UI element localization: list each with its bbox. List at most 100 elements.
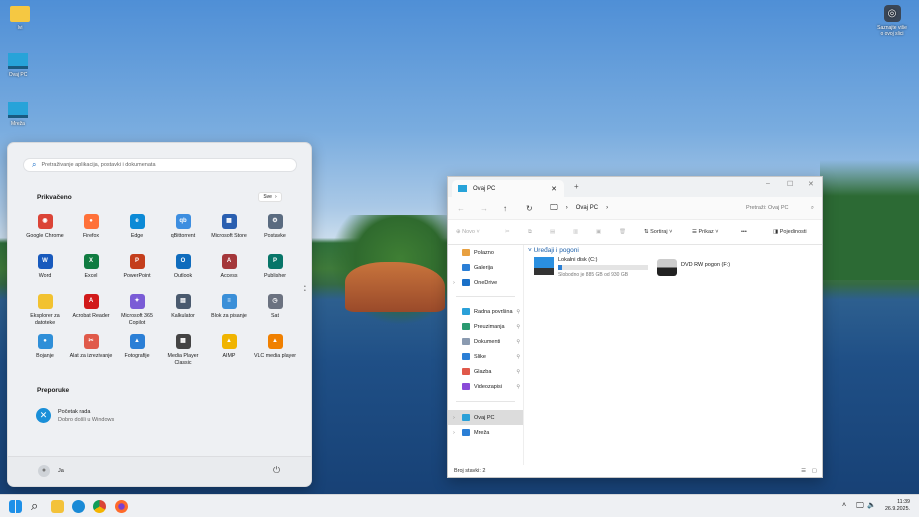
pinned-app[interactable]: ◷ Sat (252, 294, 298, 320)
pinned-app[interactable]: ◉ Google Chrome (22, 214, 68, 240)
pinned-app[interactable]: e Edge (114, 214, 160, 240)
pinned-app[interactable]: ▦ Media Player Classic (160, 334, 206, 367)
chevron-right-icon[interactable]: › (453, 430, 455, 436)
date: 26.9.2025. (884, 506, 910, 512)
chrome-icon[interactable] (93, 500, 106, 513)
chevron-right-icon[interactable]: › (453, 280, 455, 286)
copy-icon[interactable]: ⧉ (528, 229, 532, 236)
pinned-app[interactable]: ● Firefox (68, 214, 114, 240)
nav-item[interactable]: › OneDrive (448, 275, 523, 290)
user-button[interactable]: ● Ja (38, 465, 64, 477)
nav-item[interactable]: › Ovaj PC (448, 410, 523, 425)
refresh-icon[interactable]: ↻ (526, 204, 533, 213)
app-label: qBittorrent (170, 233, 196, 239)
desktop-icon-this-pc[interactable]: Ovaj PC (0, 53, 38, 78)
pinned-app[interactable]: ✦ Microsoft 365 Copilot (114, 294, 160, 327)
volume-icon[interactable]: 🔈 (867, 501, 876, 509)
pinned-app[interactable]: ✂ Alat za izrezivanje (68, 334, 114, 360)
pinned-app[interactable]: A Acrobat Reader (68, 294, 114, 320)
new-button[interactable]: ⊕ Novo ˅ (456, 229, 480, 235)
pinned-app[interactable]: X Excel (68, 254, 114, 280)
nav-label: Radna površina (474, 308, 513, 315)
pinned-app[interactable]: P PowerPoint (114, 254, 160, 280)
pinned-app[interactable]: qb qBittorrent (160, 214, 206, 240)
view-button[interactable]: ☰ Prikaz ˅ (692, 229, 719, 235)
new-tab-icon[interactable]: + (574, 182, 579, 191)
share-icon[interactable]: ▣ (596, 229, 601, 235)
pinned-app[interactable]: ⚙ Postavke (252, 214, 298, 240)
recommended-item[interactable]: ✕ Početak rada Dobro došli u Windows (36, 408, 114, 423)
nav-item[interactable]: Galerija (448, 260, 523, 275)
nav-item[interactable]: Radna površina ⚲ (448, 304, 523, 319)
desktop-spotlight[interactable]: ◎ Saznajte više o ovoj slici (871, 5, 913, 37)
list-view-icon[interactable]: ☰ (801, 468, 806, 474)
breadcrumb-item[interactable]: Ovaj PC (576, 205, 598, 211)
firefox-icon[interactable] (115, 500, 128, 513)
nav-label: OneDrive (474, 279, 498, 286)
nav-item[interactable]: Slike ⚲ (448, 349, 523, 364)
pinned-app[interactable]: ▤ Kalkulator (160, 294, 206, 320)
delete-icon[interactable]: 🗑 (619, 229, 626, 235)
tiles-view-icon[interactable]: ▢ (812, 468, 817, 474)
explorer-search-input[interactable]: Pretraži: Ovaj PC ⌕ (741, 200, 819, 216)
nav-item[interactable]: Dokumenti ⚲ (448, 334, 523, 349)
address-bar[interactable]: 🖵 › Ovaj PC › (544, 200, 733, 216)
chevron-right-icon[interactable]: › (453, 415, 455, 421)
app-icon: ≡ (221, 294, 237, 309)
nav-item[interactable]: Videozapisi ⚲ (448, 379, 523, 394)
drive-free-space: Slobodno je 885 GB od 930 GB (558, 272, 629, 278)
maximize-icon[interactable]: ☐ (787, 180, 793, 188)
pinned-app[interactable]: P Publisher (252, 254, 298, 280)
app-label: Kalkulator (171, 313, 195, 319)
details-button[interactable]: ◨ Pojedinosti (773, 229, 807, 235)
minimize-icon[interactable]: – (766, 180, 770, 187)
forward-icon[interactable]: → (480, 204, 488, 213)
section-title: Uređaji i pogoni (533, 247, 579, 254)
desktop-icon-network[interactable]: Mreža (0, 102, 38, 127)
clock[interactable]: 11:39 26.9.2025. (880, 499, 910, 513)
desktop-icon-label: Mreža (11, 121, 25, 127)
back-icon[interactable]: ← (457, 204, 465, 213)
drive-c[interactable]: Lokalni disk (C:) Slobodno je 885 GB od … (534, 257, 648, 278)
pinned-app[interactable]: ▲ AIMP (206, 334, 252, 360)
pinned-app[interactable]: O Outlook (160, 254, 206, 280)
all-apps-button[interactable]: Sve › (258, 192, 282, 202)
navigation-pane: Polazno Galerija › OneDrive Radna površina ⚲ P… (448, 245, 524, 465)
pinned-app[interactable]: ≡ Blok za pisanje (206, 294, 252, 320)
pinned-app[interactable]: ▲ Fotografije (114, 334, 160, 360)
cut-icon[interactable]: ✂ (505, 229, 510, 235)
nav-item[interactable]: Glazba ⚲ (448, 364, 523, 379)
section-header[interactable]: ˅ Uređaji i pogoni (528, 245, 822, 254)
power-icon[interactable]: ⏻ (273, 465, 280, 476)
pinned-app[interactable]: ● Bojanje (22, 334, 68, 360)
more-options-button[interactable]: ••• (741, 229, 747, 235)
sort-button[interactable]: ⇅ Sortiraj ˅ (644, 229, 672, 235)
start-icon[interactable] (9, 500, 22, 513)
start-search-input[interactable]: ⌕ Pretraživanje aplikacija, postavki i d… (23, 158, 297, 172)
paste-icon[interactable]: ▤ (550, 229, 555, 235)
pinned-app[interactable]: W Word (22, 254, 68, 280)
nav-item[interactable]: Polazno (448, 245, 523, 260)
file-explorer-icon[interactable] (51, 500, 64, 513)
search-icon[interactable]: ⌕ (31, 498, 38, 514)
close-icon[interactable]: ✕ (808, 180, 814, 188)
chevron-up-icon[interactable]: ˄ (842, 502, 846, 509)
network-icon[interactable]: 🖵 (856, 501, 864, 511)
app-label: Bojanje (36, 353, 54, 359)
pinned-app[interactable]: ▲ VLC media player (252, 334, 298, 360)
pinned-app[interactable]: A Access (206, 254, 252, 280)
tab-this-pc[interactable]: Ovaj PC ✕ (452, 180, 564, 197)
desktop-icon-folder[interactable]: Ivi (0, 6, 40, 31)
page-dots[interactable]: • • (304, 285, 306, 294)
close-tab-icon[interactable]: ✕ (551, 185, 557, 193)
edge-icon[interactable] (72, 500, 85, 513)
app-icon: ✦ (129, 294, 145, 309)
rename-icon[interactable]: ▥ (573, 229, 578, 235)
pinned-app[interactable]: ▦ Microsoft Store (206, 214, 252, 240)
drive-f[interactable]: DVD RW pogon (F:) (657, 259, 730, 276)
pinned-app[interactable]: Eksplorer za datoteke (22, 294, 68, 327)
nav-item[interactable]: Preuzimanja ⚲ (448, 319, 523, 334)
up-icon[interactable]: ↑ (503, 204, 507, 213)
nav-icon (462, 353, 470, 360)
nav-item[interactable]: › Mreža (448, 425, 523, 440)
